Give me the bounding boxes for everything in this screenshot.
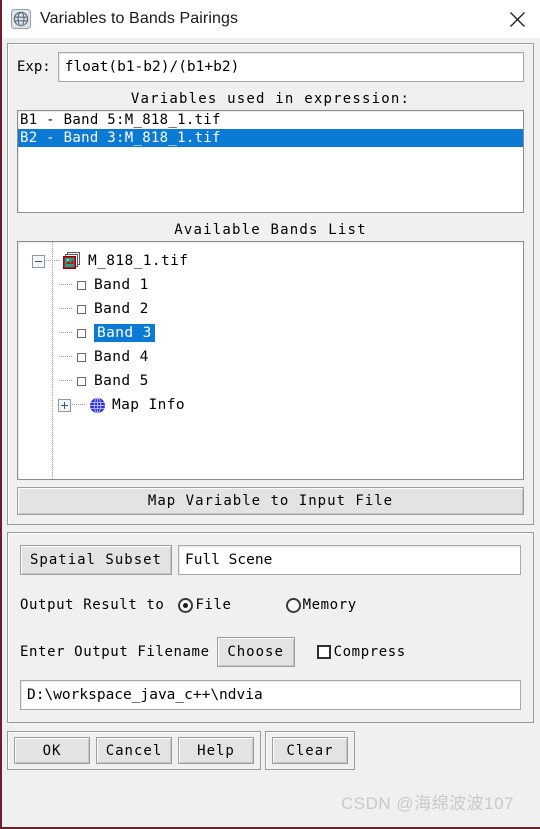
tree-node-root[interactable]: M_818_1.tif: [18, 249, 523, 273]
bands-section-title: Available Bands List: [174, 222, 367, 238]
tree-node-label: M_818_1.tif: [88, 253, 189, 269]
output-filename-label: Enter Output Filename: [20, 644, 210, 660]
radio-file-label: File: [195, 597, 232, 613]
map-variable-to-input-file-button[interactable]: Map Variable to Input File: [17, 487, 524, 515]
tree-connector: [59, 332, 72, 334]
tree-connector: [72, 404, 85, 406]
variables-section-title: Variables used in expression:: [130, 91, 411, 107]
expression-row: Exp: float(b1-b2)/(b1+b2): [17, 52, 524, 82]
compress-checkbox[interactable]: [316, 645, 331, 659]
scene-value-field[interactable]: Full Scene: [178, 545, 521, 575]
tree-node-map-info[interactable]: Map Info: [18, 393, 523, 417]
compress-label: Compress: [333, 644, 406, 660]
tree-node-label: Band 1: [94, 277, 149, 293]
tree-node-band-5[interactable]: Band 5: [18, 369, 523, 393]
radio-file[interactable]: [178, 597, 194, 613]
tree-node-label: Band 2: [94, 301, 149, 317]
collapse-expander-icon[interactable]: [32, 254, 45, 268]
expand-expander-icon[interactable]: [58, 398, 71, 412]
tree-node-band-2[interactable]: Band 2: [18, 297, 523, 321]
clear-button[interactable]: Clear: [272, 737, 348, 764]
list-item[interactable]: B1 - Band 5:M_818_1.tif: [18, 111, 523, 129]
band-checkbox-icon[interactable]: [77, 304, 86, 314]
tree-connector: [59, 380, 72, 382]
cancel-button[interactable]: Cancel: [96, 737, 172, 764]
tree-node-label: Band 3: [94, 324, 155, 342]
title-bar: Variables to Bands Pairings: [2, 0, 540, 38]
band-checkbox-icon[interactable]: [77, 376, 86, 386]
available-bands-tree[interactable]: M_818_1.tif Band 1 Band 2 Band 3 Band 4 …: [17, 241, 524, 480]
output-options-panel: Spatial Subset Full Scene Output Result …: [7, 532, 534, 723]
output-filename-row: Enter Output Filename Choose Compress: [20, 637, 521, 667]
variables-list[interactable]: B1 - Band 5:M_818_1.tif B2 - Band 3:M_81…: [17, 110, 524, 213]
tree-connector: [59, 284, 72, 286]
output-path-input[interactable]: D:\workspace_java_c++\ndvia: [20, 680, 521, 710]
expression-input[interactable]: float(b1-b2)/(b1+b2): [57, 52, 524, 82]
layers-file-icon: [61, 252, 82, 270]
band-checkbox-icon[interactable]: [77, 352, 86, 362]
tree-connector: [59, 356, 72, 358]
expression-and-bands-panel: Exp: float(b1-b2)/(b1+b2) Variables used…: [7, 43, 534, 525]
output-result-row: Output Result to File Memory: [20, 597, 521, 613]
dialog-button-bar: OK Cancel Help Clear: [7, 731, 534, 770]
tree-node-label: Band 4: [94, 349, 149, 365]
globe-app-icon: [11, 9, 31, 29]
radio-memory-label: Memory: [302, 597, 357, 613]
page-title: Variables to Bands Pairings: [40, 10, 239, 27]
list-item[interactable]: B2 - Band 3:M_818_1.tif: [18, 129, 523, 147]
tree-node-band-3[interactable]: Band 3: [18, 321, 523, 345]
band-checkbox-icon[interactable]: [77, 328, 86, 338]
help-button[interactable]: Help: [178, 737, 254, 764]
globe-icon: [89, 397, 106, 414]
tree-node-band-1[interactable]: Band 1: [18, 273, 523, 297]
primary-button-group: OK Cancel Help: [7, 731, 261, 770]
radio-memory[interactable]: [285, 597, 301, 613]
secondary-button-group: Clear: [265, 731, 355, 770]
spatial-subset-button[interactable]: Spatial Subset: [20, 545, 172, 575]
dialog-window: Variables to Bands Pairings Exp: float(b…: [0, 0, 540, 829]
tree-node-label: Band 5: [94, 373, 149, 389]
spatial-subset-row: Spatial Subset Full Scene: [20, 545, 521, 575]
ok-button[interactable]: OK: [14, 737, 90, 764]
dialog-body: Exp: float(b1-b2)/(b1+b2) Variables used…: [2, 38, 540, 827]
tree-connector: [46, 260, 59, 262]
expression-label: Exp:: [17, 59, 51, 75]
output-result-label: Output Result to: [20, 597, 165, 613]
tree-node-label: Map Info: [112, 397, 186, 413]
band-checkbox-icon[interactable]: [77, 280, 86, 290]
choose-button[interactable]: Choose: [216, 637, 295, 667]
tree-node-band-4[interactable]: Band 4: [18, 345, 523, 369]
close-icon[interactable]: [494, 0, 540, 38]
tree-connector: [59, 308, 72, 310]
